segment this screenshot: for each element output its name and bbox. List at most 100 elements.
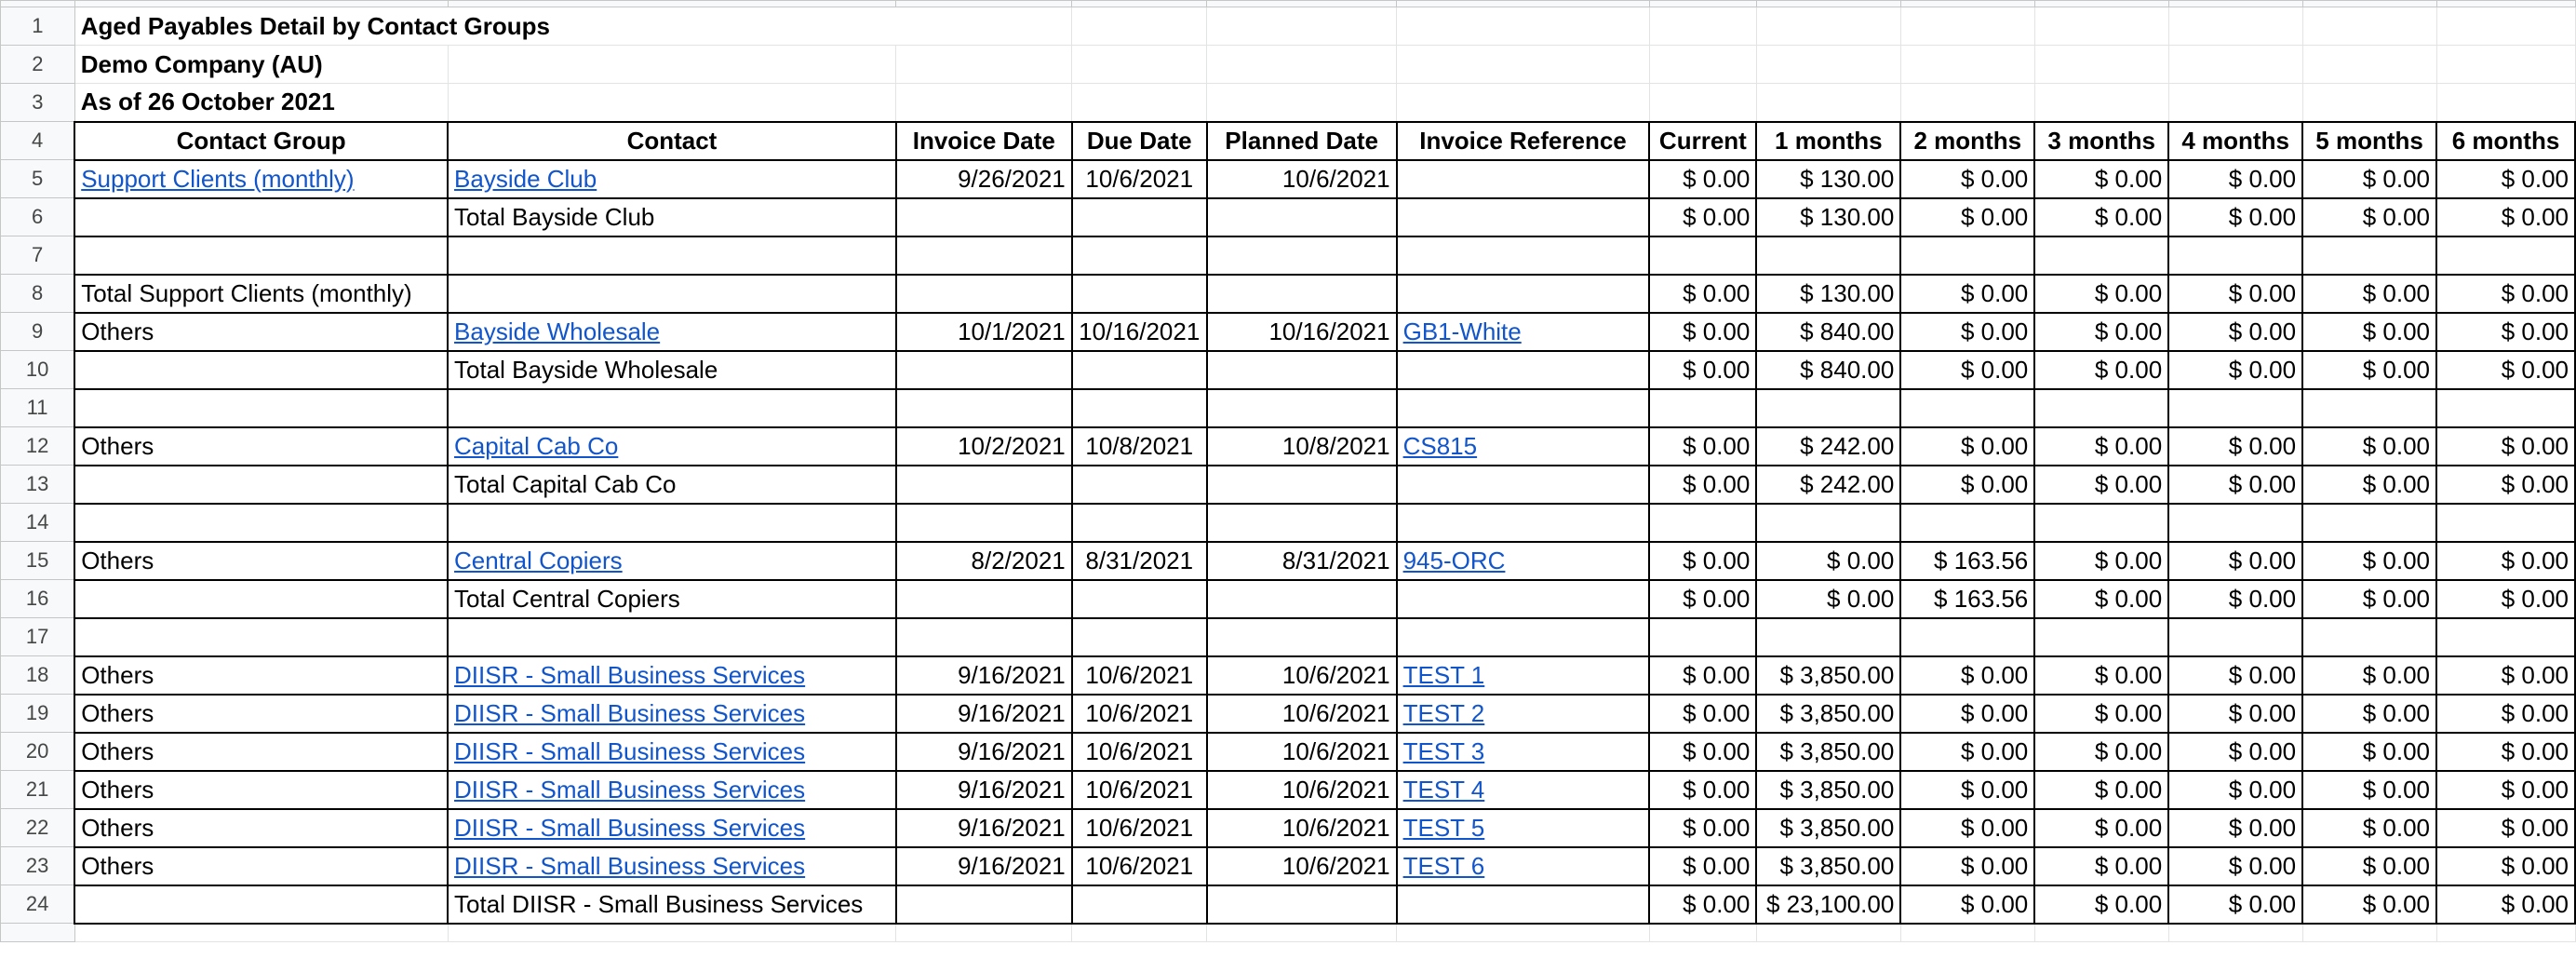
invoice-reference-cell[interactable]: TEST 6 bbox=[1395, 845, 1651, 886]
planned-date-cell[interactable]: 10/6/2021 bbox=[1205, 731, 1398, 772]
amount-cell[interactable]: $ 0.00 bbox=[2033, 464, 2170, 505]
amount-cell[interactable] bbox=[2301, 616, 2438, 657]
contact-group-cell-link[interactable]: Support Clients (monthly) bbox=[81, 165, 354, 193]
row-number[interactable]: 16 bbox=[0, 579, 75, 618]
invoice-reference-cell-link[interactable]: TEST 6 bbox=[1403, 852, 1485, 880]
invoice-reference-cell-link[interactable]: TEST 4 bbox=[1403, 776, 1485, 804]
contact-cell-link[interactable]: DIISR - Small Business Services bbox=[454, 737, 805, 765]
amount-cell[interactable] bbox=[2301, 235, 2438, 276]
empty-cell[interactable] bbox=[74, 923, 449, 942]
contact-cell-link[interactable]: Bayside Club bbox=[454, 165, 597, 193]
empty-cell[interactable] bbox=[1755, 923, 1901, 942]
amount-cell[interactable] bbox=[2167, 387, 2304, 428]
invoice-reference-cell[interactable] bbox=[1395, 196, 1651, 237]
invoice-reference-cell[interactable]: TEST 5 bbox=[1395, 807, 1651, 848]
amount-cell[interactable]: $ 0.00 bbox=[1648, 884, 1758, 925]
invoice-date-cell[interactable] bbox=[894, 196, 1073, 237]
amount-cell[interactable]: $ 0.00 bbox=[1899, 464, 2036, 505]
amount-cell[interactable]: $ 163.56 bbox=[1899, 540, 2036, 581]
amount-cell[interactable]: $ 0.00 bbox=[2435, 540, 2576, 581]
contact-cell-link[interactable]: DIISR - Small Business Services bbox=[454, 699, 805, 727]
contact-cell-link[interactable]: DIISR - Small Business Services bbox=[454, 776, 805, 804]
header-5-months[interactable]: 5 months bbox=[2301, 120, 2438, 161]
invoice-reference-cell-link[interactable]: GB1-White bbox=[1403, 317, 1522, 345]
amount-cell[interactable]: $ 0.00 bbox=[1648, 731, 1758, 772]
row-number[interactable]: 7 bbox=[0, 236, 75, 275]
header-planned-date[interactable]: Planned Date bbox=[1205, 120, 1398, 161]
empty-cell[interactable] bbox=[2167, 923, 2303, 942]
row-number[interactable]: 12 bbox=[0, 426, 75, 466]
amount-cell[interactable]: $ 0.00 bbox=[2033, 845, 2170, 886]
planned-date-cell[interactable] bbox=[1205, 273, 1398, 314]
invoice-date-cell[interactable]: 10/1/2021 bbox=[894, 311, 1073, 352]
planned-date-cell[interactable]: 10/6/2021 bbox=[1205, 845, 1398, 886]
row-number[interactable]: 4 bbox=[0, 121, 75, 160]
planned-date-cell[interactable]: 10/6/2021 bbox=[1205, 655, 1398, 696]
empty-cell[interactable] bbox=[447, 923, 897, 942]
amount-cell[interactable]: $ 0.00 bbox=[2435, 425, 2576, 466]
row-number[interactable]: 10 bbox=[0, 350, 75, 389]
amount-cell[interactable]: $ 0.00 bbox=[1648, 273, 1758, 314]
due-date-cell[interactable]: 10/6/2021 bbox=[1070, 731, 1208, 772]
report-title[interactable]: Aged Payables Detail by Contact Groups bbox=[74, 7, 1073, 46]
row-number[interactable]: 24 bbox=[0, 885, 75, 924]
contact-cell-link[interactable]: Central Copiers bbox=[454, 547, 623, 574]
amount-cell[interactable]: $ 0.00 bbox=[2301, 807, 2438, 848]
due-date-cell[interactable] bbox=[1070, 196, 1208, 237]
amount-cell[interactable]: $ 0.00 bbox=[1648, 311, 1758, 352]
contact-cell[interactable]: DIISR - Small Business Services bbox=[447, 655, 897, 696]
invoice-date-cell[interactable]: 9/16/2021 bbox=[894, 693, 1073, 734]
header-4-months[interactable]: 4 months bbox=[2167, 120, 2304, 161]
amount-cell[interactable] bbox=[2435, 616, 2576, 657]
invoice-reference-cell-link[interactable]: CS815 bbox=[1403, 432, 1478, 460]
invoice-date-cell[interactable]: 9/16/2021 bbox=[894, 807, 1073, 848]
amount-cell[interactable]: $ 840.00 bbox=[1755, 311, 1902, 352]
amount-cell[interactable]: $ 0.00 bbox=[2435, 273, 2576, 314]
amount-cell[interactable]: $ 0.00 bbox=[1899, 273, 2036, 314]
amount-cell[interactable]: $ 0.00 bbox=[1648, 693, 1758, 734]
header-current[interactable]: Current bbox=[1648, 120, 1758, 161]
contact-group-cell[interactable] bbox=[74, 387, 449, 428]
amount-cell[interactable]: $ 0.00 bbox=[2033, 349, 2170, 390]
contact-cell[interactable]: DIISR - Small Business Services bbox=[447, 731, 897, 772]
amount-cell[interactable]: $ 0.00 bbox=[2033, 655, 2170, 696]
row-number[interactable]: 20 bbox=[0, 732, 75, 771]
amount-cell[interactable]: $ 0.00 bbox=[1755, 540, 1902, 581]
amount-cell[interactable]: $ 0.00 bbox=[2167, 464, 2304, 505]
amount-cell[interactable]: $ 0.00 bbox=[1755, 578, 1902, 619]
header-contact-group[interactable]: Contact Group bbox=[74, 120, 449, 161]
planned-date-cell[interactable] bbox=[1205, 616, 1398, 657]
amount-cell[interactable]: $ 242.00 bbox=[1755, 464, 1902, 505]
contact-cell[interactable]: Central Copiers bbox=[447, 540, 897, 581]
contact-cell[interactable]: Bayside Wholesale bbox=[447, 311, 897, 352]
amount-cell[interactable]: $ 3,850.00 bbox=[1755, 807, 1902, 848]
amount-cell[interactable]: $ 0.00 bbox=[1899, 769, 2036, 810]
invoice-date-cell[interactable] bbox=[894, 349, 1073, 390]
amount-cell[interactable]: $ 0.00 bbox=[2301, 311, 2438, 352]
amount-cell[interactable]: $ 0.00 bbox=[1899, 807, 2036, 848]
amount-cell[interactable]: $ 0.00 bbox=[2301, 196, 2438, 237]
contact-cell[interactable]: DIISR - Small Business Services bbox=[447, 769, 897, 810]
planned-date-cell[interactable] bbox=[1205, 884, 1398, 925]
amount-cell[interactable]: $ 0.00 bbox=[2435, 731, 2576, 772]
amount-cell[interactable]: $ 0.00 bbox=[1899, 731, 2036, 772]
amount-cell[interactable]: $ 0.00 bbox=[2167, 311, 2304, 352]
amount-cell[interactable]: $ 0.00 bbox=[1648, 196, 1758, 237]
empty-cell[interactable] bbox=[1071, 923, 1208, 942]
due-date-cell[interactable] bbox=[1070, 349, 1208, 390]
amount-cell[interactable] bbox=[1648, 235, 1758, 276]
contact-group-cell[interactable]: Others bbox=[74, 693, 449, 734]
invoice-reference-cell[interactable] bbox=[1395, 387, 1651, 428]
amount-cell[interactable]: $ 0.00 bbox=[1899, 884, 2036, 925]
contact-group-cell[interactable] bbox=[74, 235, 449, 276]
row-number[interactable]: 13 bbox=[0, 465, 75, 504]
invoice-reference-cell-link[interactable]: TEST 5 bbox=[1403, 814, 1485, 842]
due-date-cell[interactable] bbox=[1070, 884, 1208, 925]
due-date-cell[interactable] bbox=[1070, 464, 1208, 505]
due-date-cell[interactable] bbox=[1070, 578, 1208, 619]
invoice-reference-cell[interactable]: TEST 4 bbox=[1395, 769, 1651, 810]
invoice-reference-cell-link[interactable]: TEST 1 bbox=[1403, 661, 1485, 689]
amount-cell[interactable]: $ 0.00 bbox=[1648, 158, 1758, 199]
due-date-cell[interactable]: 10/6/2021 bbox=[1070, 655, 1208, 696]
amount-cell[interactable] bbox=[2301, 502, 2438, 543]
